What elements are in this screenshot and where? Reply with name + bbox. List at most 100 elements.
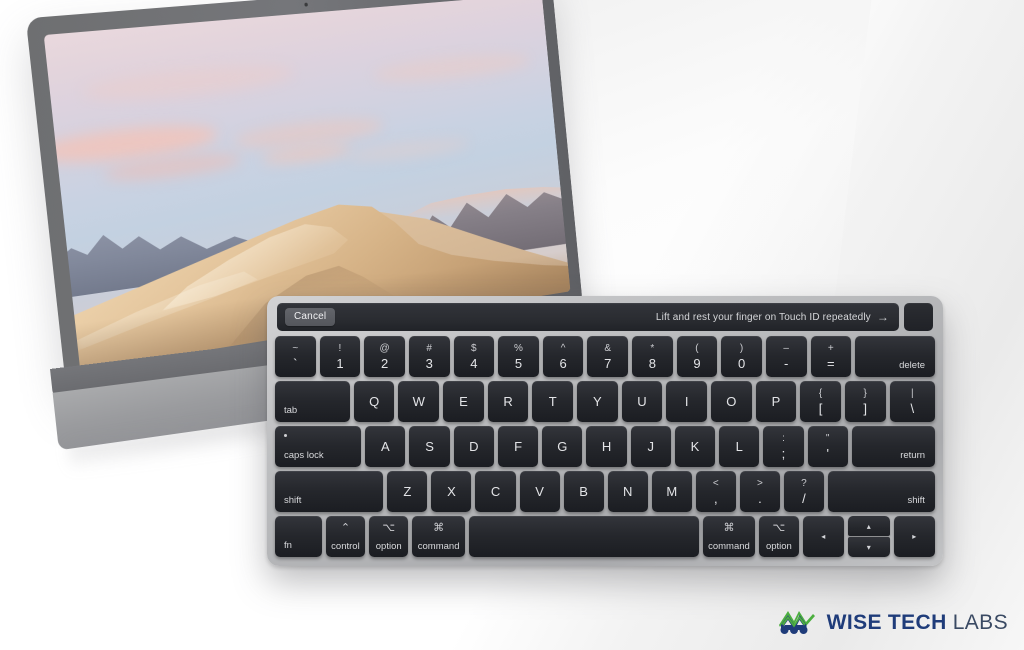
key-label: L <box>735 439 743 454</box>
key-base-label: 4 <box>470 355 478 371</box>
key-caps-lock[interactable]: caps lock <box>275 426 362 467</box>
key-bracket-left[interactable]: { [ <box>800 381 841 422</box>
key-h[interactable]: H <box>586 426 627 467</box>
key-x[interactable]: X <box>431 471 472 512</box>
key-a[interactable]: A <box>365 426 406 467</box>
key-g[interactable]: G <box>542 426 583 467</box>
key-backtick[interactable]: ~ ` <box>275 336 316 377</box>
key-comma[interactable]: < , <box>695 471 736 512</box>
key-z[interactable]: Z <box>387 471 428 512</box>
key-w[interactable]: W <box>398 381 440 422</box>
cancel-button[interactable]: Cancel <box>285 308 336 326</box>
logo-word-labs: LABS <box>952 611 1008 634</box>
key-shift-right[interactable]: shift <box>827 471 935 512</box>
key-arrow-right[interactable]: ▸ <box>893 516 936 557</box>
key-c[interactable]: C <box>475 471 516 512</box>
key-label: D <box>469 439 479 454</box>
key-shift-label: ~ <box>292 342 299 354</box>
key-slash[interactable]: ? / <box>783 471 824 512</box>
key-k[interactable]: K <box>674 426 716 467</box>
magic-keyboard: Cancel Lift and rest your finger on Touc… <box>267 296 943 566</box>
key-label: V <box>535 484 544 499</box>
key-shift-label: * <box>650 342 655 354</box>
key-m[interactable]: M <box>651 471 692 512</box>
key-n[interactable]: N <box>607 471 648 512</box>
key-u[interactable]: U <box>621 381 663 422</box>
key-f[interactable]: F <box>497 426 539 467</box>
modifier-row: fn ⌃ control ⌥ option ⌘ command ⌘ comman… <box>275 516 936 557</box>
key-i[interactable]: I <box>666 381 707 422</box>
key-shift-left[interactable]: shift <box>275 471 384 512</box>
touch-id-hint-text: Lift and rest your finger on Touch ID re… <box>655 311 871 323</box>
key-return[interactable]: return <box>851 426 936 467</box>
key-bracket-right[interactable]: } ] <box>844 381 886 422</box>
command-glyph-icon: ⌘ <box>433 522 445 534</box>
key-arrow-down[interactable]: ▾ <box>848 537 890 557</box>
key-space[interactable] <box>468 516 699 557</box>
key-backslash[interactable]: | \ <box>889 381 936 422</box>
key-label: O <box>726 394 737 409</box>
key-semicolon[interactable]: : ; <box>763 426 804 467</box>
touch-id-sensor[interactable] <box>904 303 933 331</box>
key-label: Z <box>403 484 412 499</box>
key-6[interactable]: ^ 6 <box>542 336 584 377</box>
key-7[interactable]: & 7 <box>587 336 628 377</box>
key-label: N <box>623 484 633 499</box>
key-8[interactable]: * 8 <box>632 336 673 377</box>
key-d[interactable]: D <box>453 426 494 467</box>
key-s[interactable]: S <box>409 426 450 467</box>
key-2[interactable]: @ 2 <box>364 336 405 377</box>
key-0[interactable]: ) 0 <box>721 336 762 377</box>
key-9[interactable]: ( 9 <box>676 336 718 377</box>
bottom-letter-row: shift Z X C V B N M < , > . ? / shift <box>275 471 935 512</box>
key-e[interactable]: E <box>443 381 484 422</box>
key-shift-label: ^ <box>560 342 566 354</box>
key-base-label: . <box>758 490 762 506</box>
key-shift-label: & <box>604 342 612 354</box>
key-minus[interactable]: – - <box>765 336 807 377</box>
key-q[interactable]: Q <box>353 381 395 422</box>
key-option-right[interactable]: ⌥ option <box>759 516 799 557</box>
key-r[interactable]: R <box>487 381 529 422</box>
key-control-left[interactable]: ⌃ control <box>325 516 366 557</box>
key-y[interactable]: Y <box>577 381 618 422</box>
logo-mark-icon <box>778 611 815 634</box>
key-label: I <box>684 394 689 409</box>
key-5[interactable]: % 5 <box>498 336 539 377</box>
key-arrow-updown-group: ▴ ▾ <box>848 516 890 557</box>
cloud <box>346 135 471 166</box>
key-equal[interactable]: + = <box>810 336 852 377</box>
key-arrow-up[interactable]: ▴ <box>848 516 890 536</box>
key-tab[interactable]: tab <box>275 381 350 422</box>
key-o[interactable]: O <box>710 381 752 422</box>
key-option-left[interactable]: ⌥ option <box>369 516 409 557</box>
key-3[interactable]: # 3 <box>408 336 450 377</box>
key-1[interactable]: ! 1 <box>319 336 361 377</box>
key-command-left[interactable]: ⌘ command <box>412 516 465 557</box>
control-glyph-icon: ⌃ <box>340 522 351 534</box>
arrow-down-icon: ▾ <box>866 542 871 552</box>
command-glyph-icon: ⌘ <box>723 522 735 534</box>
key-period[interactable]: > . <box>739 471 780 512</box>
key-l[interactable]: L <box>719 426 760 467</box>
key-arrow-left[interactable]: ◂ <box>802 516 845 557</box>
screenshot-canvas: Cancel Lift and rest your finger on Touc… <box>0 0 1024 650</box>
key-j[interactable]: J <box>630 426 671 467</box>
key-b[interactable]: B <box>563 471 604 512</box>
key-base-label: , <box>714 490 718 506</box>
key-shift-label: ? <box>801 477 807 489</box>
key-label: option <box>765 540 792 552</box>
key-p[interactable]: P <box>755 381 797 422</box>
key-4[interactable]: $ 4 <box>453 336 495 377</box>
option-glyph-icon: ⌥ <box>772 522 786 534</box>
key-delete[interactable]: delete <box>855 336 935 377</box>
key-base-label: 6 <box>559 355 567 371</box>
key-label: command <box>417 540 460 552</box>
key-base-label: 3 <box>425 355 433 371</box>
key-v[interactable]: V <box>519 471 560 512</box>
key-t[interactable]: T <box>532 381 574 422</box>
key-shift-label: % <box>513 342 523 354</box>
key-fn[interactable]: fn <box>275 516 322 557</box>
key-command-right[interactable]: ⌘ command <box>702 516 756 557</box>
key-quote[interactable]: " ' <box>807 426 848 467</box>
